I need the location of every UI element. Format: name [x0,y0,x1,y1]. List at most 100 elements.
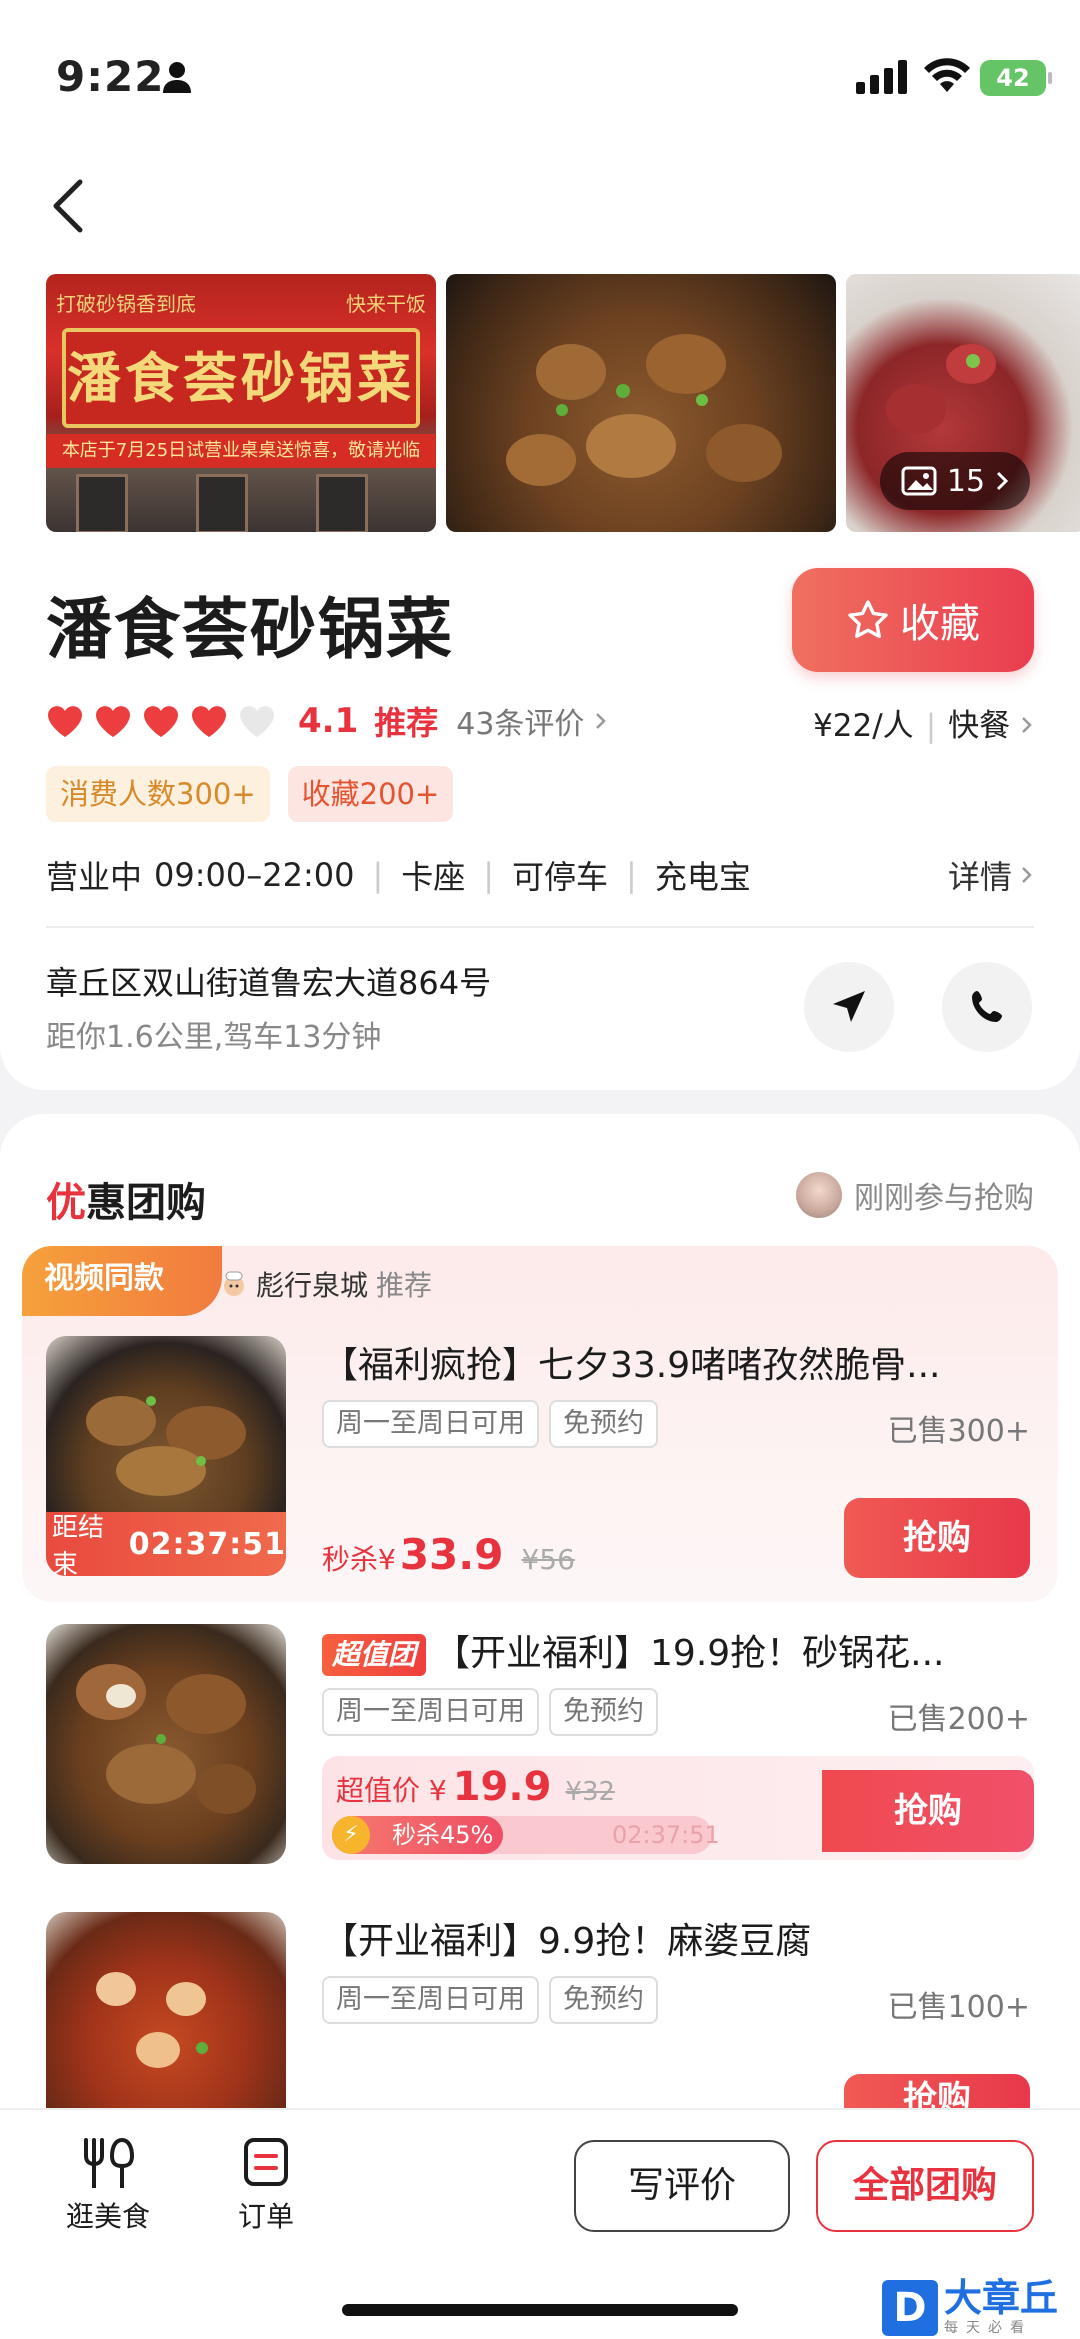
battery-indicator: 42 [980,60,1052,96]
deal-chips: 周一至周日可用 免预约 [322,1400,658,1448]
facility-powerbank: 充电宝 [654,858,751,896]
promo-price: 超值价 ¥ 19.9 ¥32 [336,1764,615,1810]
favorite-button[interactable]: 收藏 [792,568,1034,672]
price-category[interactable]: ¥22/人 | 快餐 [813,700,1034,745]
sign-slogan: 打破砂锅香到底 [56,292,196,316]
avg-price: ¥22/人 [813,708,914,744]
price-value: 19.9 [452,1764,552,1810]
sold-count: 已售300+ [887,1414,1030,1449]
favorite-count-tag: 收藏200+ [287,766,454,822]
window [316,474,368,532]
signal-icon [856,60,907,94]
call-button[interactable] [942,962,1032,1052]
title-accent: 优 [46,1180,86,1226]
heart-empty-icon [240,706,274,737]
navigation-arrow-icon [833,991,865,1022]
distance: 距你1.6公里,驾车13分钟 [46,1020,382,1055]
price-prefix: 超值价 ¥ [336,1774,447,1807]
sold-count: 已售200+ [887,1702,1030,1737]
deal-title[interactable]: 【开业福利】9.9抢！麻婆豆腐 [322,1912,1002,1964]
progress-label: 秒杀45% [392,1821,494,1849]
watermark-text: 大章丘 [944,2275,1059,2320]
chef-avatar-icon [224,1271,244,1296]
address[interactable]: 章丘区双山街道鲁宏大道864号 [46,958,491,1004]
deal-title[interactable]: 【福利疯抢】七夕33.9啫啫孜然脆骨... [322,1336,1002,1388]
recent-participants: 刚刚参与抢购 [796,1172,1034,1218]
divider [46,926,1034,928]
buy-button[interactable]: 抢购 [844,2074,1030,2108]
person-icon [163,62,191,93]
category: 快餐 [948,708,1011,744]
chevron-right-icon [596,713,607,729]
title-rest: 惠团购 [86,1180,206,1226]
utensils-icon [84,2137,135,2190]
storefront-photo[interactable]: 打破砂锅香到底 快来干饭 潘食荟砂锅菜 本店于7月25日试营业桌桌送惊喜，敬请光临 [46,274,436,532]
detail-link[interactable]: 详情 [948,852,1012,898]
review-count[interactable]: 43条评价 [456,699,584,743]
navigate-button[interactable] [804,962,894,1052]
original-price: ¥56 [521,1543,575,1576]
rating-row[interactable]: 4.1 推荐 43条评价 [46,698,608,744]
all-group-buy-button[interactable]: 全部团购 [816,2140,1034,2232]
sold-count: 已售100+ [887,1990,1030,2025]
write-review-button[interactable]: 写评价 [574,2140,790,2232]
order-icon [244,2138,288,2186]
video-tag: 视频同款 [22,1246,222,1316]
countdown-time: 02:37:51 [128,1526,286,1562]
phone-icon [972,991,1002,1022]
sign-slogan-right: 快来干饭 [346,292,426,316]
watermark-d-icon: D [882,2279,938,2336]
usage-chip: 周一至周日可用 [322,1688,539,1736]
sign-banner: 本店于7月25日试营业桌桌送惊喜，敬请光临 [46,434,436,468]
deal-chips: 周一至周日可用 免预约 [322,1688,658,1736]
usage-chip: 周一至周日可用 [322,1400,539,1448]
tab-orders-label: 订单 [237,2200,294,2233]
progress-bar: ⚡ 秒杀45% 02:37:51 [332,1816,720,1854]
price-prefix: 秒杀¥ [322,1543,396,1576]
deal-title: 【开业福利】19.9抢！砂锅花... [434,1633,945,1674]
shop-name: 潘食荟砂锅菜 [46,591,454,668]
deal-title-row[interactable]: 超值团 【开业福利】19.9抢！砂锅花... [322,1624,1002,1676]
price-value: 33.9 [399,1530,504,1579]
avatar [796,1172,842,1218]
home-indicator [342,2304,738,2316]
tab-food-label: 逛美食 [66,2200,151,2233]
no-reservation-chip: 免预约 [549,1976,658,2024]
photo-count-badge[interactable]: 15 [880,452,1030,510]
watermark-subtext: 每天必看 [944,2319,1032,2336]
tab-orders[interactable]: 订单 [236,2136,296,2235]
rating-score: 4.1 [298,701,359,741]
business-hours-row[interactable]: 营业中 09:00–22:00 | 卡座 | 可停车 | 充电宝 详情 [46,852,1034,898]
open-status: 营业中 [46,858,143,896]
window [76,474,128,532]
countdown-label: 距结束 [52,1513,105,1580]
lightning-icon: ⚡ [332,1816,370,1854]
facility-seat: 卡座 [401,858,466,896]
deal-price: 秒杀¥ 33.9 ¥56 [322,1530,575,1579]
sign-top-row: 打破砂锅香到底 快来干饭 [56,288,426,317]
image-icon [901,466,937,496]
watermark-logo: D 大章丘 每天必看 [882,2276,1080,2339]
dish-photo[interactable] [446,274,836,532]
shop-sign: 潘食荟砂锅菜 [62,328,420,428]
author-name: 彪行泉城 [256,1269,369,1302]
section-title: 优惠团购 [46,1170,206,1228]
deal-image[interactable] [46,1624,286,1864]
tab-food[interactable]: 逛美食 [66,2136,150,2235]
buy-button[interactable]: 抢购 [844,1498,1030,1578]
consumer-count-tag: 消费人数300+ [46,766,270,822]
usage-chip: 周一至周日可用 [322,1976,539,2024]
window [196,474,248,532]
heart-icon [48,706,82,737]
wifi-icon [924,58,970,92]
no-reservation-chip: 免预约 [549,1400,658,1448]
heart-icon [96,706,130,737]
favorite-label: 收藏 [900,601,980,647]
back-arrow-icon[interactable] [48,176,88,236]
buy-button[interactable]: 抢购 [822,1770,1034,1852]
original-price: ¥32 [565,1777,616,1807]
value-deal-badge: 超值团 [322,1634,427,1676]
recommender: 彪行泉城 推荐 [220,1264,432,1304]
recent-label: 刚刚参与抢购 [854,1181,1034,1216]
chevron-right-icon [1022,717,1032,733]
